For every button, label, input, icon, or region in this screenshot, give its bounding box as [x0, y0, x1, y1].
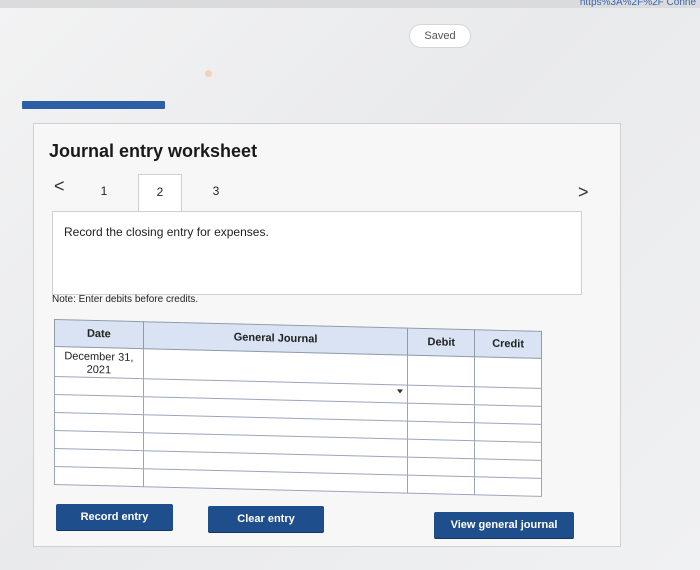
clear-entry-button[interactable]: Clear entry — [208, 506, 324, 532]
date-cell: December 31, 2021 — [54, 346, 144, 379]
date-cell — [54, 412, 144, 433]
credit-input[interactable] — [474, 404, 542, 425]
instruction-box: Record the closing entry for expenses. — [52, 211, 582, 295]
credit-input[interactable] — [474, 356, 542, 389]
debit-input[interactable] — [407, 475, 475, 495]
chevron-left-icon[interactable]: < — [54, 176, 65, 197]
url-fragment: https%3A%2F%2F Conne — [579, 0, 696, 8]
record-entry-button[interactable]: Record entry — [56, 504, 173, 530]
date-line-1: December 31, — [64, 350, 134, 364]
page-title: Journal entry worksheet — [49, 141, 258, 161]
date-cell — [54, 430, 144, 451]
debit-input[interactable] — [407, 421, 475, 441]
journal-worksheet-panel: Journal entry worksheet < 1 2 3 > Record… — [33, 123, 621, 547]
step-tab-2[interactable]: 2 — [138, 174, 182, 212]
credit-column-header: Credit — [474, 329, 542, 359]
credit-input[interactable] — [474, 440, 542, 461]
credit-input[interactable] — [474, 458, 542, 479]
date-cell — [54, 448, 144, 469]
saved-status-badge: Saved — [409, 24, 471, 48]
debit-input[interactable] — [407, 439, 475, 459]
debit-column-header: Debit — [407, 328, 475, 357]
credit-input[interactable] — [474, 422, 542, 443]
date-cell — [54, 376, 144, 397]
debit-input[interactable] — [407, 355, 475, 387]
debit-input[interactable] — [407, 385, 475, 405]
instruction-text: Record the closing entry for expenses. — [64, 225, 269, 239]
chevron-right-icon[interactable]: > — [578, 182, 589, 203]
step-tab-1[interactable]: 1 — [82, 174, 126, 208]
view-general-journal-button[interactable]: View general journal — [434, 512, 574, 538]
dropdown-arrow-icon[interactable] — [397, 389, 404, 394]
debit-input[interactable] — [407, 457, 475, 477]
date-cell — [54, 394, 144, 415]
date-cell — [54, 466, 144, 487]
step-tab-3[interactable]: 3 — [194, 174, 238, 208]
date-column-header: Date — [54, 319, 144, 349]
journal-entry-table: Date General Journal Debit Credit Decemb… — [54, 319, 542, 497]
credit-input[interactable] — [474, 476, 542, 497]
note-text: Note: Enter debits before credits. — [52, 294, 199, 305]
progress-dot — [205, 70, 212, 77]
credit-input[interactable] — [474, 386, 542, 407]
debit-input[interactable] — [407, 403, 475, 423]
question-tab-indicator — [22, 101, 165, 109]
